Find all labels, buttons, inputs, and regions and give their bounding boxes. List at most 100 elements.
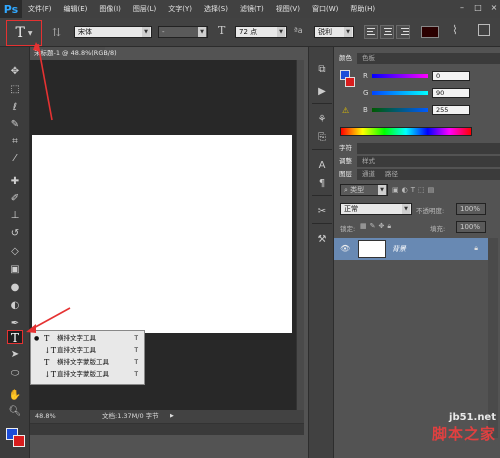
tab-paths[interactable]: 路径 <box>380 169 403 180</box>
flyout-item-horizontal-mask[interactable]: T 横排文字蒙版工具 T <box>31 357 144 368</box>
blur-tool-icon[interactable]: ● <box>7 281 23 295</box>
color-swatches[interactable] <box>6 428 26 448</box>
document-tab[interactable]: 未标题-1 @ 48.8%(RGB/8) <box>30 47 117 60</box>
maximize-button[interactable]: □ <box>474 3 482 12</box>
type-tool-button[interactable]: T <box>7 330 23 345</box>
anti-alias-select[interactable]: 锐利 ▼ <box>314 26 354 38</box>
brush-presets-icon[interactable]: ⚘ <box>315 113 329 127</box>
tab-swatches[interactable]: 色板 <box>357 53 380 64</box>
align-center-button[interactable] <box>380 25 394 39</box>
eyedropper-tool-icon[interactable]: ⁄ <box>7 152 23 166</box>
text-color-swatch[interactable] <box>421 26 439 38</box>
quick-select-tool-icon[interactable]: ✎ <box>7 118 23 132</box>
photoshop-logo[interactable]: Ps <box>0 0 22 18</box>
menu-filter[interactable]: 滤镜(T) <box>234 4 270 14</box>
flyout-item-vertical-mask[interactable]: ↓T 直排文字蒙版工具 T <box>31 369 144 380</box>
clone-stamp-icon[interactable]: ⊥ <box>7 209 23 223</box>
slider-r[interactable] <box>372 74 428 78</box>
tab-character[interactable]: 字符 <box>334 143 357 154</box>
tab-color[interactable]: 颜色 <box>334 53 357 64</box>
tab-layers[interactable]: 图层 <box>334 169 357 180</box>
status-bar: 48.8% 文档:1.37M/0 字节 ▶ <box>30 410 304 423</box>
align-right-button[interactable] <box>396 25 410 39</box>
lock-label: 锁定: <box>340 225 356 233</box>
layer-filter-icons[interactable]: ▣◐T⬚▤ <box>392 186 437 194</box>
chevron-down-icon: ▼ <box>142 27 150 37</box>
menu-edit[interactable]: 编辑(E) <box>58 4 94 14</box>
menu-view[interactable]: 视图(V) <box>270 4 306 14</box>
healing-brush-icon[interactable]: ✚ <box>7 175 23 189</box>
opacity-label: 不透明度: <box>416 207 445 215</box>
text-orientation-icon[interactable]: ⇅ <box>52 26 61 39</box>
input-r[interactable]: 0 <box>432 71 470 81</box>
opacity-input[interactable]: 100% <box>456 203 486 215</box>
3d-panel-icon[interactable]: ⚒ <box>315 233 329 247</box>
character-panel-icon[interactable]: A <box>315 159 329 173</box>
character-panel-icon[interactable] <box>478 24 490 36</box>
paragraph-panel-icon[interactable]: ¶ <box>315 177 329 191</box>
history-panel-icon[interactable]: ⧉ <box>315 63 329 77</box>
color-spectrum[interactable] <box>340 127 472 136</box>
chevron-down-icon: ▼ <box>402 204 410 214</box>
canvas[interactable] <box>32 135 292 333</box>
flyout-item-vertical-type[interactable]: ↓T 直排文字工具 T <box>31 345 144 356</box>
marquee-tool-icon[interactable]: ⬚ <box>7 83 23 97</box>
pen-tool-icon[interactable]: ✒ <box>7 317 23 331</box>
input-g[interactable]: 90 <box>432 88 470 98</box>
blend-mode-select[interactable]: 正常 ▼ <box>340 203 412 215</box>
tab-adjustments[interactable]: 调整 <box>334 156 357 167</box>
dodge-tool-icon[interactable]: ◐ <box>7 299 23 313</box>
font-family-select[interactable]: 宋体 ▼ <box>74 26 152 38</box>
eye-icon[interactable]: 👁︎ <box>340 244 350 253</box>
zoom-tool-icon[interactable]: 🔍︎ <box>7 405 23 419</box>
menu-select[interactable]: 选择(S) <box>198 4 234 14</box>
flyout-item-horizontal-type[interactable]: ● T 横排文字工具 T <box>31 333 144 344</box>
lock-icons[interactable]: ▦✎✥🔒︎ <box>360 222 394 231</box>
tab-channels[interactable]: 通道 <box>357 169 380 180</box>
history-brush-icon[interactable]: ↺ <box>7 227 23 241</box>
ellipse-tool-icon[interactable]: ⬭ <box>7 367 23 381</box>
brush-tool-icon[interactable]: ✐ <box>7 192 23 206</box>
menu-help[interactable]: 帮助(H) <box>344 4 381 14</box>
clone-source-icon[interactable]: ⎘ <box>315 131 329 145</box>
zoom-level[interactable]: 48.8% <box>35 410 56 423</box>
eraser-tool-icon[interactable]: ◇ <box>7 245 23 259</box>
fill-input[interactable]: 100% <box>456 221 486 233</box>
panel-bg-color[interactable] <box>345 77 355 87</box>
close-button[interactable]: × <box>490 3 498 12</box>
layer-filter-select[interactable]: ⌕ 类型 ▼ <box>340 184 388 196</box>
slider-b[interactable] <box>372 108 428 112</box>
tab-styles[interactable]: 样式 <box>357 156 380 167</box>
lasso-tool-icon[interactable]: ℓ <box>7 101 23 115</box>
font-size-select[interactable]: 72 点 ▼ <box>235 26 287 38</box>
hand-tool-icon[interactable]: ✋ <box>7 389 23 403</box>
menu-layer[interactable]: 图层(L) <box>127 4 162 14</box>
menu-file[interactable]: 文件(F) <box>22 4 58 14</box>
warning-icon[interactable]: ⚠ <box>342 106 349 115</box>
layer-row-background[interactable]: 👁︎ 背景 🔒︎ <box>334 238 488 260</box>
chevron-right-icon[interactable]: ▶ <box>170 410 174 423</box>
menu-image[interactable]: 图像(I) <box>93 4 127 14</box>
actions-panel-icon[interactable]: ▶ <box>315 85 329 99</box>
menu-window[interactable]: 窗口(W) <box>306 4 344 14</box>
path-select-tool-icon[interactable]: ➤ <box>7 348 23 362</box>
slider-g[interactable] <box>372 91 428 95</box>
horizontal-scrollbar[interactable] <box>30 423 304 435</box>
horizontal-mask-icon: T <box>44 358 50 367</box>
input-b[interactable]: 255 <box>432 105 470 115</box>
move-tool-icon[interactable]: ✥ <box>7 65 23 79</box>
layers-scrollbar[interactable] <box>488 238 498 438</box>
background-color[interactable] <box>13 435 25 447</box>
panel-color-swatches[interactable] <box>340 70 355 87</box>
minimize-button[interactable]: – <box>458 3 466 12</box>
lock-icon: 🔒︎ <box>474 244 478 252</box>
gradient-tool-icon[interactable]: ▣ <box>7 263 23 277</box>
tools-panel-icon[interactable]: ✂ <box>315 205 329 219</box>
strip-divider <box>312 195 332 196</box>
crop-tool-icon[interactable]: ⌗ <box>7 135 23 149</box>
menu-type[interactable]: 文字(Y) <box>162 4 198 14</box>
align-left-button[interactable] <box>364 25 378 39</box>
warp-text-icon[interactable]: ⌇ <box>452 23 458 37</box>
font-style-select[interactable]: - ▼ <box>158 26 208 38</box>
vertical-scrollbar[interactable] <box>296 60 304 410</box>
